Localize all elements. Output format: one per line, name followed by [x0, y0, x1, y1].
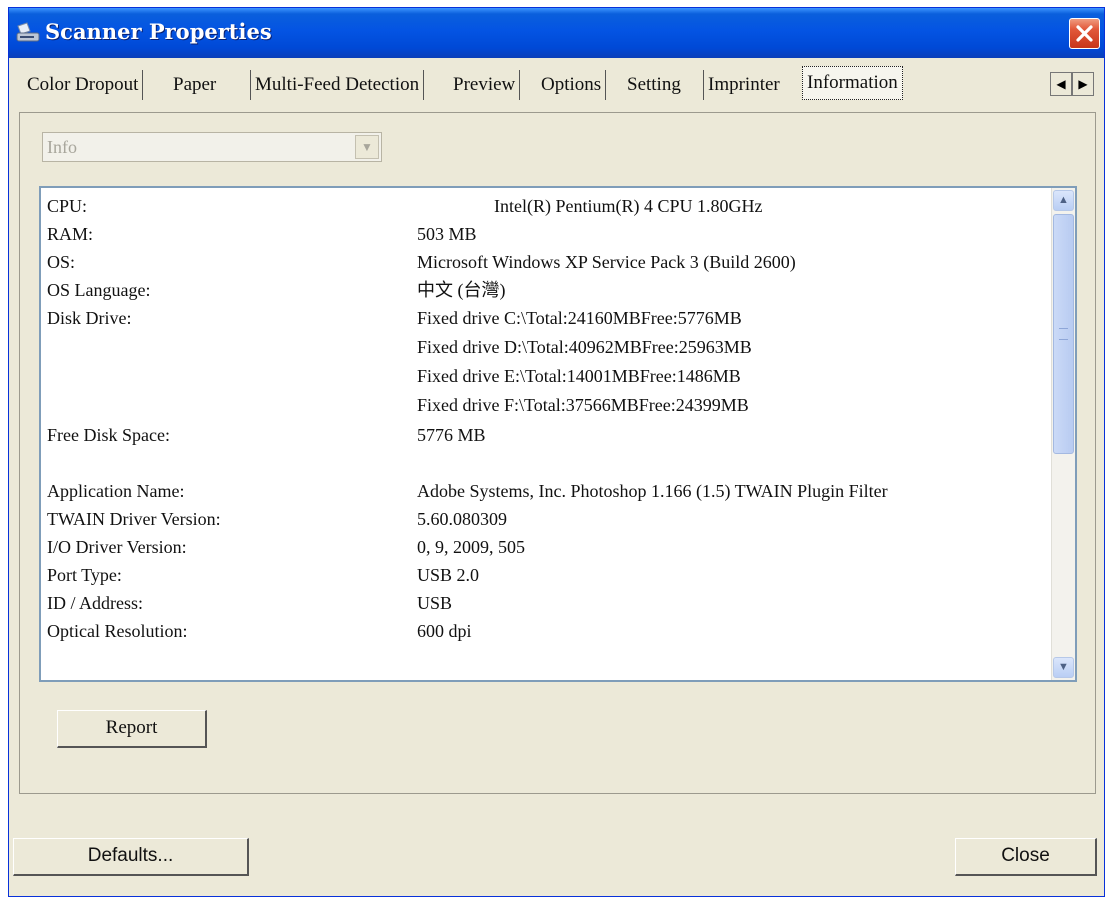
info-label: OS Language:: [47, 280, 151, 300]
info-label: ID / Address:: [47, 593, 143, 613]
chevron-up-icon[interactable]: ▲: [1053, 190, 1074, 211]
info-row-io-driver-version: I/O Driver Version: 0, 9, 2009, 505: [47, 535, 1027, 559]
close-window-button[interactable]: [1069, 18, 1100, 49]
info-row-os: OS: Microsoft Windows XP Service Pack 3 …: [47, 250, 1027, 274]
info-row-disk-drive-d: Fixed drive D:\Total:40962MBFree:25963MB: [47, 335, 1027, 359]
window-title: Scanner Properties: [45, 19, 272, 44]
info-dropdown[interactable]: Info ▼: [42, 132, 382, 162]
info-row-os-language: OS Language: 中文 (台灣): [47, 278, 1027, 302]
info-label: Disk Drive:: [47, 308, 132, 328]
report-button[interactable]: Report: [57, 710, 207, 748]
info-value: USB: [417, 593, 453, 613]
tab-multi-feed-detection[interactable]: Multi-Feed Detection: [250, 70, 425, 100]
info-label: RAM:: [47, 224, 94, 244]
defaults-button[interactable]: Defaults...: [13, 838, 249, 876]
info-value: Intel(R) Pentium(R) 4 CPU 1.80GHz: [494, 196, 763, 216]
tab-options[interactable]: Options: [537, 70, 607, 100]
info-row-twain-driver-version: TWAIN Driver Version: 5.60.080309: [47, 507, 1027, 531]
info-value: 5.60.080309: [417, 509, 507, 529]
info-value: Microsoft Windows XP Service Pack 3 (Bui…: [417, 252, 796, 272]
info-label: TWAIN Driver Version:: [47, 509, 221, 529]
tab-paper[interactable]: Paper: [169, 70, 220, 100]
close-button[interactable]: Close: [955, 838, 1097, 876]
info-value: Fixed drive D:\Total:40962MBFree:25963MB: [417, 337, 752, 357]
info-row-optical-resolution: Optical Resolution: 600 dpi: [47, 619, 1027, 643]
info-label: Optical Resolution:: [47, 621, 188, 641]
info-row-disk-drive-f: Fixed drive F:\Total:37566MBFree:24399MB: [47, 393, 1027, 417]
info-label: Application Name:: [47, 481, 185, 501]
info-row-free-disk-space: Free Disk Space: 5776 MB: [47, 423, 1027, 447]
info-label: OS:: [47, 252, 76, 272]
title-bar[interactable]: Scanner Properties: [9, 8, 1104, 58]
info-row-disk-drive-e: Fixed drive E:\Total:14001MBFree:1486MB: [47, 364, 1027, 388]
info-value: Adobe Systems, Inc. Photoshop 1.166 (1.5…: [417, 481, 888, 501]
tab-setting[interactable]: Setting: [623, 70, 685, 100]
vertical-scrollbar[interactable]: ▲ ▼: [1051, 188, 1075, 680]
tab-color-dropout[interactable]: Color Dropout: [23, 70, 144, 100]
grip-icon: [1059, 328, 1068, 340]
info-label: Port Type:: [47, 565, 122, 585]
chevron-down-icon[interactable]: ▼: [355, 135, 379, 159]
chevron-down-icon[interactable]: ▼: [1053, 657, 1074, 678]
info-value: 0, 9, 2009, 505: [417, 537, 525, 557]
info-row-disk-drive: Disk Drive: Fixed drive C:\Total:24160MB…: [47, 306, 1027, 330]
info-row-port-type: Port Type: USB 2.0: [47, 563, 1027, 587]
info-value: 中文 (台灣): [417, 280, 506, 300]
info-label: I/O Driver Version:: [47, 537, 187, 557]
info-listbox[interactable]: CPU: Intel(R) Pentium(R) 4 CPU 1.80GHz R…: [39, 186, 1077, 682]
tab-strip: Color Dropout Paper Multi-Feed Detection…: [9, 58, 1104, 112]
info-dropdown-value: Info: [47, 137, 77, 157]
close-icon: [1076, 25, 1093, 42]
scanner-icon: [15, 22, 41, 44]
info-row-application-name: Application Name: Adobe Systems, Inc. Ph…: [47, 479, 1027, 503]
tab-imprinter[interactable]: Imprinter: [703, 70, 784, 100]
tab-preview[interactable]: Preview: [449, 70, 521, 100]
scanner-properties-window: Scanner Properties Color Dropout Paper M…: [8, 7, 1105, 897]
info-value: Fixed drive C:\Total:24160MBFree:5776MB: [417, 308, 742, 328]
info-value: Fixed drive E:\Total:14001MBFree:1486MB: [417, 366, 741, 386]
info-value: 5776 MB: [417, 425, 486, 445]
info-value: Fixed drive F:\Total:37566MBFree:24399MB: [417, 395, 749, 415]
info-label: CPU:: [47, 196, 88, 216]
information-panel: Info ▼ CPU: Intel(R) Pentium(R) 4 CPU 1.…: [19, 112, 1096, 794]
tab-information[interactable]: Information: [802, 66, 903, 100]
scrollbar-thumb[interactable]: [1053, 214, 1074, 454]
arrow-left-icon[interactable]: ◀: [1050, 72, 1072, 96]
info-row-cpu: CPU: Intel(R) Pentium(R) 4 CPU 1.80GHz: [47, 194, 1027, 218]
info-value: USB 2.0: [417, 565, 480, 585]
arrow-right-icon[interactable]: ▶: [1072, 72, 1094, 96]
info-label: Free Disk Space:: [47, 425, 170, 445]
tab-scroll-buttons: ◀ ▶: [1050, 72, 1094, 96]
info-row-id-address: ID / Address: USB: [47, 591, 1027, 615]
info-row-ram: RAM: 503 MB: [47, 222, 1027, 246]
info-value: 600 dpi: [417, 621, 472, 641]
info-value: 503 MB: [417, 224, 477, 244]
